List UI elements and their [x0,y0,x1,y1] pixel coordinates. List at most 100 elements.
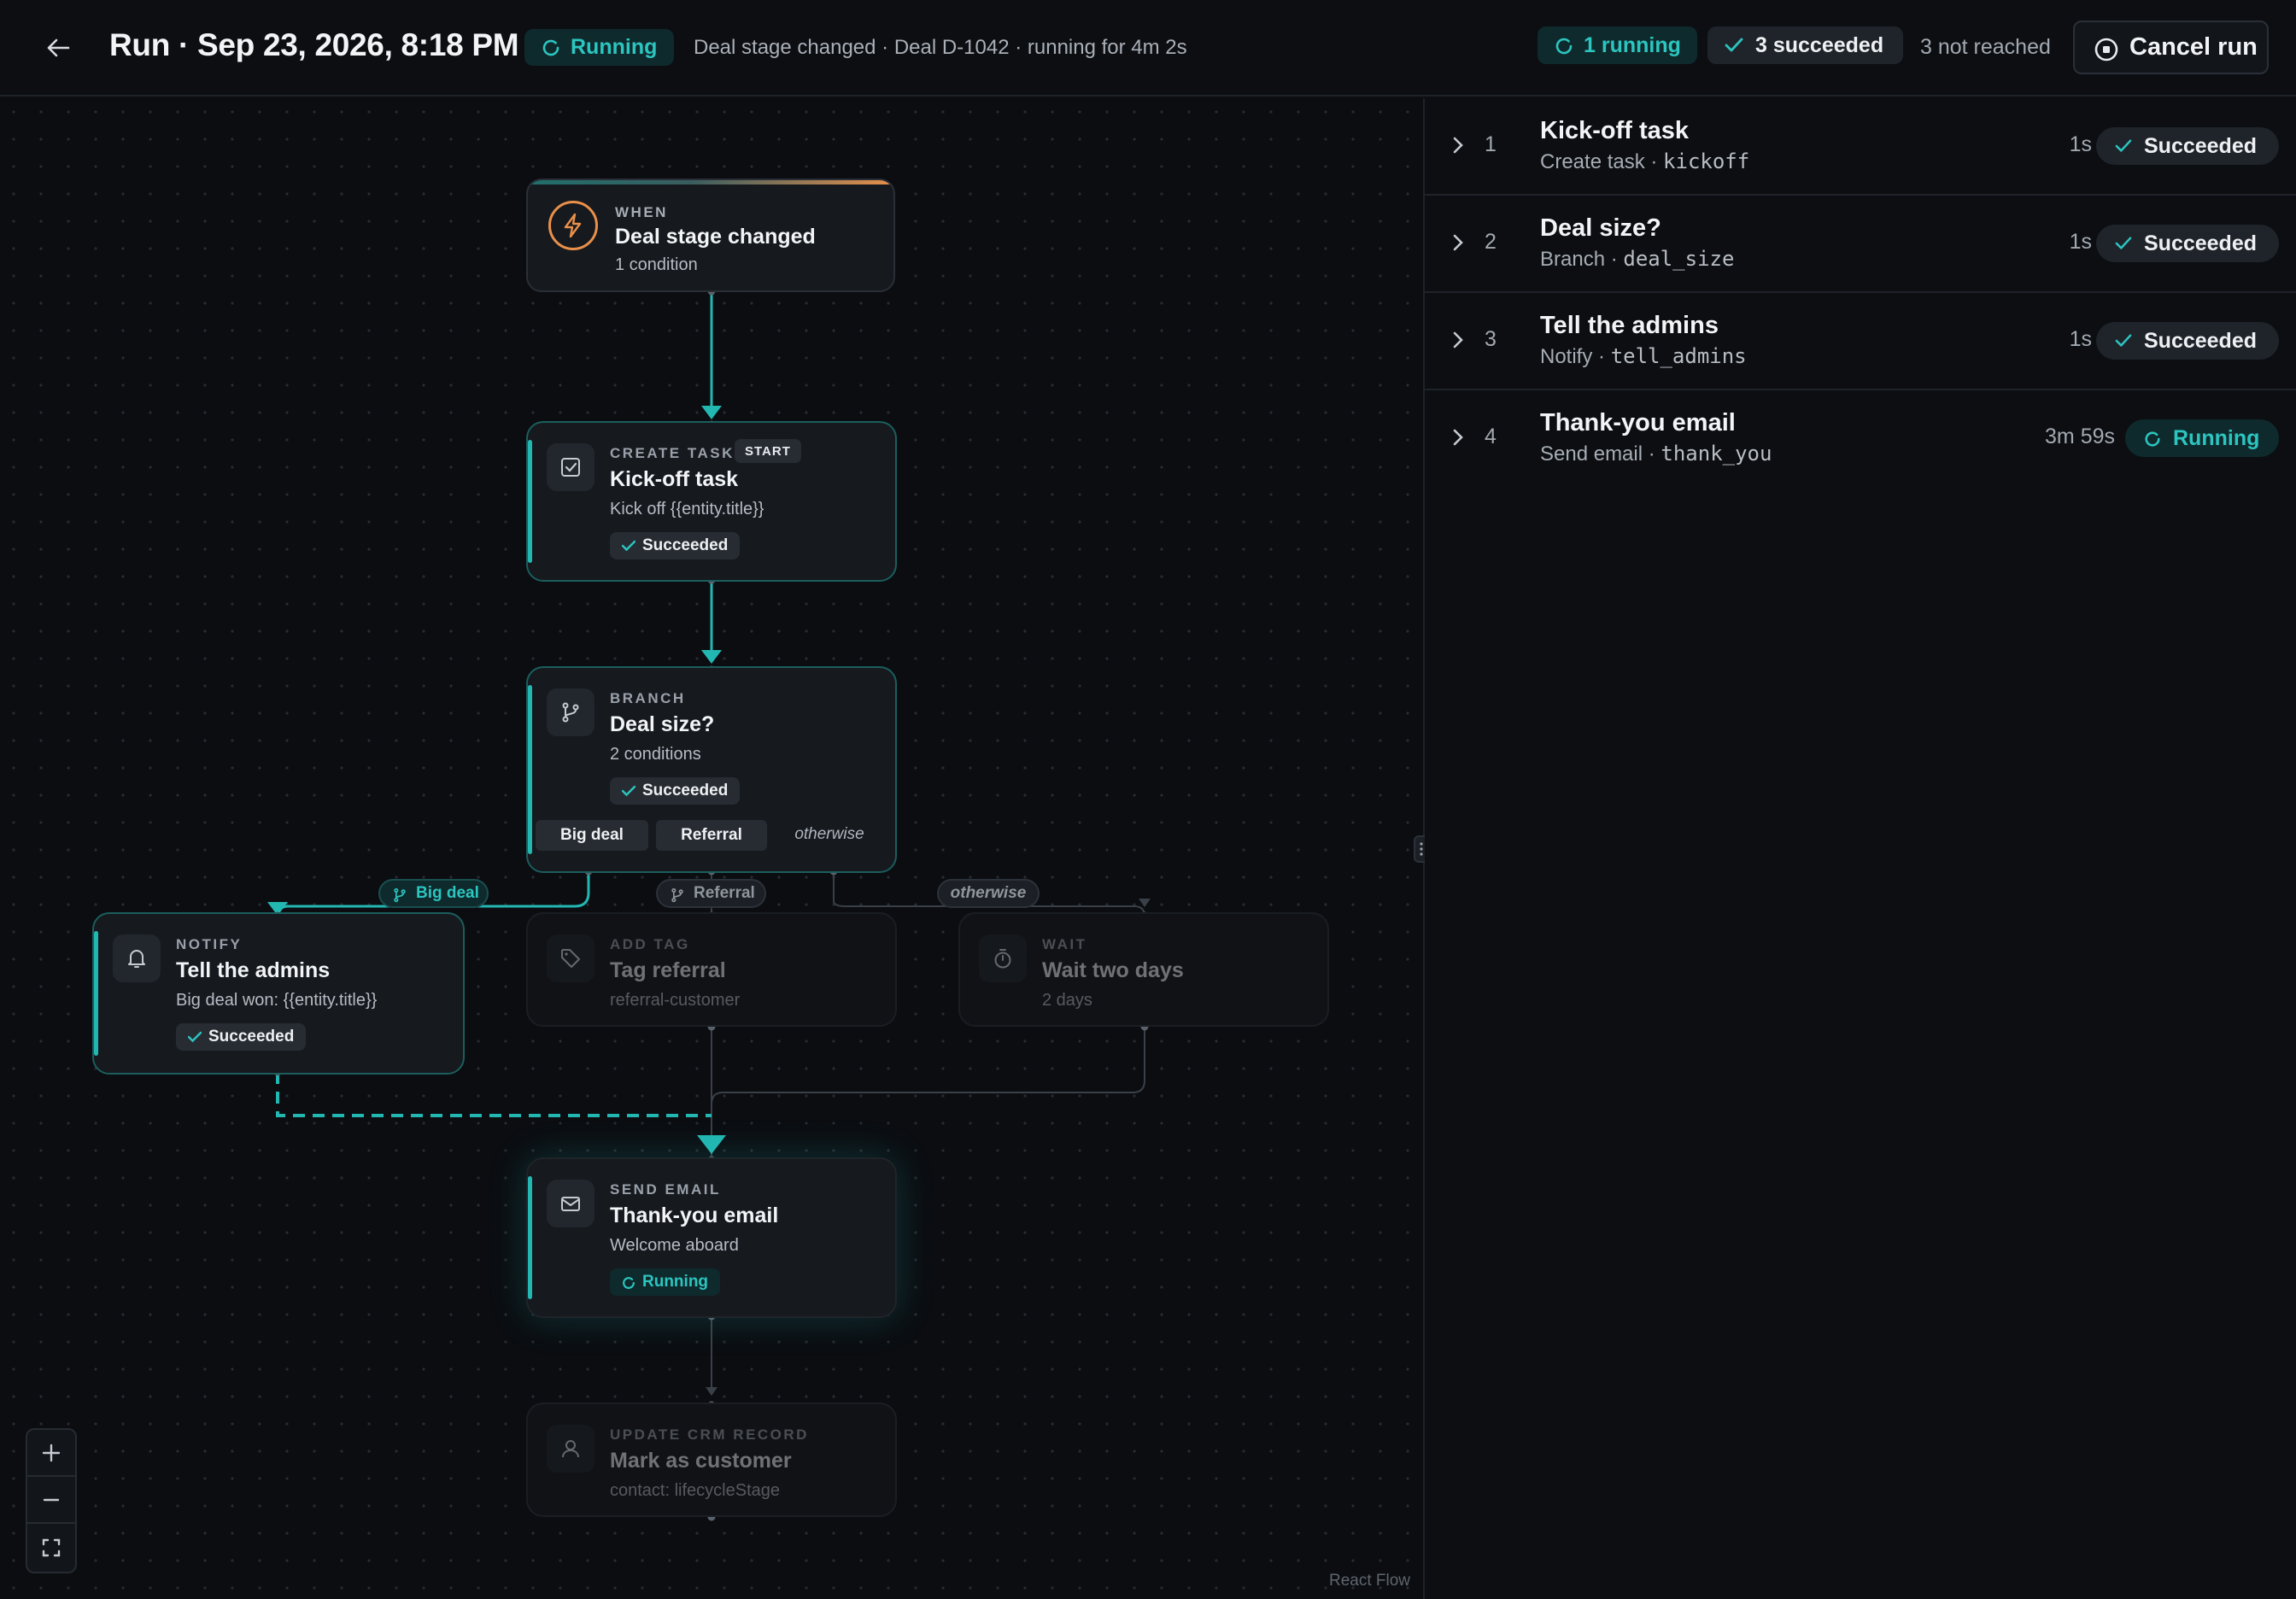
node-kind: ADD TAG [610,936,690,952]
run-status-badge: Running [524,29,675,66]
start-tag: START [735,439,801,463]
chevron-right-icon [1453,234,1463,251]
succeeded-count-badge: 3 succeeded [1707,26,1903,64]
zoom-out-button[interactable] [27,1477,75,1524]
back-button[interactable] [41,31,75,65]
node-kickoff-task[interactable]: CREATE TASK Kick-off task Kick off {{ent… [526,421,897,582]
step-row-4[interactable]: 4 Thank-you email Send email · thank_you… [1425,390,2296,488]
spinner-icon [623,1277,635,1289]
check-icon [2115,237,2132,249]
check-icon [1725,38,1743,52]
step-duration: 3m 59s [2045,425,2115,448]
edge-arrow [1139,899,1151,907]
edge-arrow [706,1387,718,1396]
node-title: Mark as customer [610,1449,792,1473]
step-number: 4 [1485,425,1496,448]
chevron-right-icon [1453,137,1463,154]
step-subtitle: Branch · deal_size [1540,247,1735,271]
node-title: Tell the admins [176,958,331,982]
step-subtitle: Create task · kickoff [1540,149,1750,173]
node-status-badge: Succeeded [176,1023,307,1051]
spinner-icon [1555,38,1573,55]
check-icon [188,1031,202,1043]
run-steps-panel: 1 Kick-off task Create task · kickoff 1s… [1425,98,2296,1599]
git-branch-icon [394,887,406,903]
branch-output-big-deal[interactable]: Big deal [536,820,648,851]
node-title: Thank-you email [610,1204,779,1227]
node-kind: WHEN [615,204,668,220]
edge-arrow [701,650,722,664]
trigger-accent-bar [528,180,893,184]
node-desc: Kick off {{entity.title}} [610,500,764,518]
check-icon [2115,334,2132,347]
node-title: Deal size? [610,712,715,736]
step-row-3[interactable]: 3 Tell the admins Notify · tell_admins 1… [1425,293,2296,390]
step-number: 1 [1485,132,1496,156]
step-duration: 1s [2069,230,2092,254]
node-kind: BRANCH [610,690,686,706]
user-icon [562,1440,579,1458]
step-name: Thank-you email [1540,409,1736,436]
node-kind: CREATE TASK [610,445,735,461]
node-status-badge: Succeeded [610,777,741,805]
node-wait-two-days[interactable]: WAIT Wait two days 2 days [958,912,1329,1027]
zoom-in-button[interactable] [27,1430,75,1477]
node-desc: 2 days [1042,991,1092,1010]
branch-output-referral[interactable]: Referral [656,820,767,851]
run-subtitle: Deal stage changed · Deal D-1042 · runni… [694,36,1187,59]
step-row-2[interactable]: 2 Deal size? Branch · deal_size 1s Succe… [1425,196,2296,293]
check-icon [622,540,636,552]
branch-output-otherwise[interactable]: otherwise [774,825,885,844]
edge-wait-email [711,1027,1145,1105]
node-tag-referral[interactable]: ADD TAG Tag referral referral-customer [526,912,897,1027]
running-count-badge: 1 running [1538,26,1697,64]
node-title: Kick-off task [610,467,739,491]
step-row-1[interactable]: 1 Kick-off task Create task · kickoff 1s… [1425,98,2296,196]
bell-icon [128,950,145,968]
node-title: Wait two days [1042,958,1184,982]
node-status-badge: Succeeded [610,532,741,559]
workflow-canvas[interactable]: WHEN Deal stage changed 1 condition CREA… [0,98,1423,1599]
fit-view-button[interactable] [27,1524,75,1571]
node-desc: Big deal won: {{entity.title}} [176,991,378,1010]
step-number: 3 [1485,327,1496,351]
node-update-crm[interactable]: UPDATE CRM RECORD Mark as customer conta… [526,1403,897,1517]
node-title: Tag referral [610,958,726,982]
step-number: 2 [1485,230,1496,254]
node-desc: referral-customer [610,991,741,1010]
edge-label-otherwise: otherwise [937,879,1040,908]
edge-notify-email [276,1072,712,1117]
step-subtitle: Send email · thank_you [1540,442,1772,466]
mail-icon [561,1197,580,1211]
step-name: Deal size? [1540,214,1661,242]
step-name: Kick-off task [1540,117,1690,144]
node-desc: 1 condition [615,255,698,274]
step-status-badge: Succeeded [2096,127,2279,165]
spinner-icon [542,39,559,56]
step-name: Tell the admins [1540,312,1719,339]
node-title: Deal stage changed [615,225,816,249]
node-desc: contact: lifecycleStage [610,1481,780,1500]
node-kind: UPDATE CRM RECORD [610,1426,809,1443]
check-icon [2115,139,2132,152]
fit-view-icon [42,1538,61,1556]
chevron-right-icon [1453,331,1463,348]
node-kind: SEND EMAIL [610,1181,721,1198]
node-send-email[interactable]: SEND EMAIL Thank-you email Welcome aboar… [526,1157,897,1318]
node-notify-admins[interactable]: NOTIFY Tell the admins Big deal won: {{e… [92,912,465,1075]
trigger-node[interactable]: WHEN Deal stage changed 1 condition [526,179,895,292]
react-flow-attribution[interactable]: React Flow [1329,1572,1410,1590]
spinner-icon [2145,431,2160,447]
page-title: Run · Sep 23, 2026, 8:18 PM [109,27,519,62]
edge-arrow [701,406,722,419]
step-status-badge: Succeeded [2096,225,2279,262]
zoom-controls [26,1428,77,1573]
node-desc: Welcome aboard [610,1236,739,1255]
checkbox-icon [561,458,580,477]
step-subtitle: Notify · tell_admins [1540,344,1747,368]
cancel-run-button[interactable]: Cancel run [2073,20,2269,74]
node-desc: 2 conditions [610,745,701,764]
git-branch-icon [562,702,579,723]
run-header: Run · Sep 23, 2026, 8:18 PM Running Deal… [0,0,2296,97]
node-kind: WAIT [1042,936,1087,952]
